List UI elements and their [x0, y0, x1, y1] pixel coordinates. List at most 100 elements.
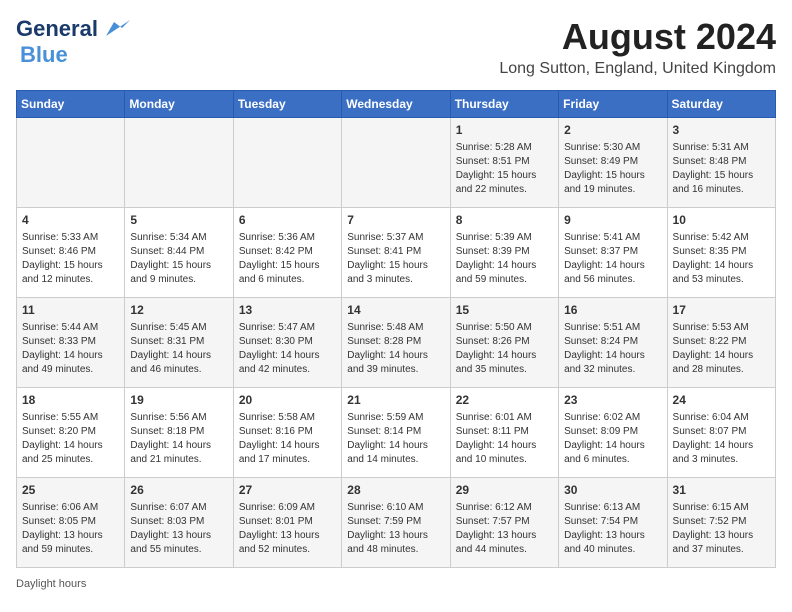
- day-cell: 1 Sunrise: 5:28 AM Sunset: 8:51 PM Daylig…: [450, 118, 558, 208]
- day-number: 26: [130, 482, 227, 499]
- day-number: 13: [239, 302, 336, 319]
- column-header-monday: Monday: [125, 91, 233, 118]
- day-number: 21: [347, 392, 444, 409]
- day-number: 22: [456, 392, 553, 409]
- day-cell: 9 Sunrise: 5:41 AM Sunset: 8:37 PM Daylig…: [559, 208, 667, 298]
- day-info: Sunrise: 6:15 AM Sunset: 7:52 PM Dayligh…: [673, 501, 770, 557]
- day-number: 4: [22, 212, 119, 229]
- day-cell: 24 Sunrise: 6:04 AM Sunset: 8:07 PM Dayli…: [667, 388, 775, 478]
- day-info: Sunrise: 6:02 AM Sunset: 8:09 PM Dayligh…: [564, 411, 661, 467]
- day-cell: 31 Sunrise: 6:15 AM Sunset: 7:52 PM Dayli…: [667, 478, 775, 568]
- day-number: 23: [564, 392, 661, 409]
- day-number: 6: [239, 212, 336, 229]
- day-info: Sunrise: 5:28 AM Sunset: 8:51 PM Dayligh…: [456, 141, 553, 197]
- calendar-table: SundayMondayTuesdayWednesdayThursdayFrid…: [16, 90, 776, 568]
- day-info: Sunrise: 5:41 AM Sunset: 8:37 PM Dayligh…: [564, 231, 661, 287]
- day-cell: 5 Sunrise: 5:34 AM Sunset: 8:44 PM Daylig…: [125, 208, 233, 298]
- day-info: Sunrise: 5:53 AM Sunset: 8:22 PM Dayligh…: [673, 321, 770, 377]
- week-row-3: 11 Sunrise: 5:44 AM Sunset: 8:33 PM Dayli…: [17, 298, 776, 388]
- logo-icon: [98, 18, 130, 40]
- day-cell: 16 Sunrise: 5:51 AM Sunset: 8:24 PM Dayli…: [559, 298, 667, 388]
- day-number: 24: [673, 392, 770, 409]
- day-cell: 30 Sunrise: 6:13 AM Sunset: 7:54 PM Dayli…: [559, 478, 667, 568]
- week-row-1: 1 Sunrise: 5:28 AM Sunset: 8:51 PM Daylig…: [17, 118, 776, 208]
- day-cell: [17, 118, 125, 208]
- day-cell: 27 Sunrise: 6:09 AM Sunset: 8:01 PM Dayli…: [233, 478, 341, 568]
- day-cell: 4Sunrise: 5:33 AM Sunset: 8:46 PM Daylig…: [17, 208, 125, 298]
- day-number: 19: [130, 392, 227, 409]
- day-number: 12: [130, 302, 227, 319]
- day-number: 29: [456, 482, 553, 499]
- day-info: Sunrise: 5:58 AM Sunset: 8:16 PM Dayligh…: [239, 411, 336, 467]
- day-info: Sunrise: 5:37 AM Sunset: 8:41 PM Dayligh…: [347, 231, 444, 287]
- day-info: Sunrise: 5:39 AM Sunset: 8:39 PM Dayligh…: [456, 231, 553, 287]
- column-header-sunday: Sunday: [17, 91, 125, 118]
- day-info: Sunrise: 5:47 AM Sunset: 8:30 PM Dayligh…: [239, 321, 336, 377]
- day-info: Sunrise: 5:45 AM Sunset: 8:31 PM Dayligh…: [130, 321, 227, 377]
- day-info: Sunrise: 5:31 AM Sunset: 8:48 PM Dayligh…: [673, 141, 770, 197]
- day-cell: 11 Sunrise: 5:44 AM Sunset: 8:33 PM Dayli…: [17, 298, 125, 388]
- day-number: 17: [673, 302, 770, 319]
- day-cell: [342, 118, 450, 208]
- footer-note: Daylight hours: [16, 578, 776, 590]
- logo: General Blue: [16, 16, 130, 68]
- day-info: Sunrise: 5:42 AM Sunset: 8:35 PM Dayligh…: [673, 231, 770, 287]
- day-number: 9: [564, 212, 661, 229]
- day-info: Sunrise: 5:34 AM Sunset: 8:44 PM Dayligh…: [130, 231, 227, 287]
- day-cell: 15Sunrise: 5:50 AM Sunset: 8:26 PM Dayli…: [450, 298, 558, 388]
- day-cell: 12 Sunrise: 5:45 AM Sunset: 8:31 PM Dayli…: [125, 298, 233, 388]
- day-info: Sunrise: 5:30 AM Sunset: 8:49 PM Dayligh…: [564, 141, 661, 197]
- day-info: Sunrise: 6:04 AM Sunset: 8:07 PM Dayligh…: [673, 411, 770, 467]
- day-number: 25: [22, 482, 119, 499]
- day-info: Sunrise: 6:06 AM Sunset: 8:05 PM Dayligh…: [22, 501, 119, 557]
- column-header-wednesday: Wednesday: [342, 91, 450, 118]
- day-number: 1: [456, 122, 553, 139]
- day-number: 8: [456, 212, 553, 229]
- day-cell: 8 Sunrise: 5:39 AM Sunset: 8:39 PM Daylig…: [450, 208, 558, 298]
- day-number: 16: [564, 302, 661, 319]
- day-number: 7: [347, 212, 444, 229]
- day-info: Sunrise: 6:07 AM Sunset: 8:03 PM Dayligh…: [130, 501, 227, 557]
- column-header-saturday: Saturday: [667, 91, 775, 118]
- day-info: Sunrise: 5:55 AM Sunset: 8:20 PM Dayligh…: [22, 411, 119, 467]
- day-cell: 18 Sunrise: 5:55 AM Sunset: 8:20 PM Dayli…: [17, 388, 125, 478]
- day-cell: 14Sunrise: 5:48 AM Sunset: 8:28 PM Dayli…: [342, 298, 450, 388]
- day-info: Sunrise: 5:56 AM Sunset: 8:18 PM Dayligh…: [130, 411, 227, 467]
- day-cell: 6 Sunrise: 5:36 AM Sunset: 8:42 PM Daylig…: [233, 208, 341, 298]
- day-cell: 19 Sunrise: 5:56 AM Sunset: 8:18 PM Dayli…: [125, 388, 233, 478]
- day-number: 10: [673, 212, 770, 229]
- day-number: 11: [22, 302, 119, 319]
- day-cell: 13 Sunrise: 5:47 AM Sunset: 8:30 PM Dayli…: [233, 298, 341, 388]
- day-info: Sunrise: 5:36 AM Sunset: 8:42 PM Dayligh…: [239, 231, 336, 287]
- week-row-2: 4Sunrise: 5:33 AM Sunset: 8:46 PM Daylig…: [17, 208, 776, 298]
- day-number: 3: [673, 122, 770, 139]
- day-number: 5: [130, 212, 227, 229]
- day-cell: [233, 118, 341, 208]
- day-number: 28: [347, 482, 444, 499]
- day-number: 27: [239, 482, 336, 499]
- day-cell: 25 Sunrise: 6:06 AM Sunset: 8:05 PM Dayli…: [17, 478, 125, 568]
- main-title: August 2024: [499, 16, 776, 58]
- day-info: Sunrise: 5:50 AM Sunset: 8:26 PM Dayligh…: [456, 321, 553, 377]
- day-number: 20: [239, 392, 336, 409]
- day-cell: 2Sunrise: 5:30 AM Sunset: 8:49 PM Daylig…: [559, 118, 667, 208]
- day-info: Sunrise: 6:10 AM Sunset: 7:59 PM Dayligh…: [347, 501, 444, 557]
- day-cell: 26 Sunrise: 6:07 AM Sunset: 8:03 PM Dayli…: [125, 478, 233, 568]
- day-info: Sunrise: 6:09 AM Sunset: 8:01 PM Dayligh…: [239, 501, 336, 557]
- day-cell: 3 Sunrise: 5:31 AM Sunset: 8:48 PM Daylig…: [667, 118, 775, 208]
- page-header: General Blue August 2024 Long Sutton, En…: [16, 16, 776, 78]
- day-info: Sunrise: 5:51 AM Sunset: 8:24 PM Dayligh…: [564, 321, 661, 377]
- title-area: August 2024 Long Sutton, England, United…: [499, 16, 776, 78]
- day-info: Sunrise: 5:44 AM Sunset: 8:33 PM Dayligh…: [22, 321, 119, 377]
- calendar-body: 1 Sunrise: 5:28 AM Sunset: 8:51 PM Daylig…: [17, 118, 776, 568]
- day-cell: [125, 118, 233, 208]
- day-info: Sunrise: 6:13 AM Sunset: 7:54 PM Dayligh…: [564, 501, 661, 557]
- logo-blue: Blue: [20, 42, 68, 67]
- day-cell: 22Sunrise: 6:01 AM Sunset: 8:11 PM Dayli…: [450, 388, 558, 478]
- week-row-4: 18 Sunrise: 5:55 AM Sunset: 8:20 PM Dayli…: [17, 388, 776, 478]
- header-row: SundayMondayTuesdayWednesdayThursdayFrid…: [17, 91, 776, 118]
- day-number: 30: [564, 482, 661, 499]
- column-header-thursday: Thursday: [450, 91, 558, 118]
- day-number: 18: [22, 392, 119, 409]
- day-number: 31: [673, 482, 770, 499]
